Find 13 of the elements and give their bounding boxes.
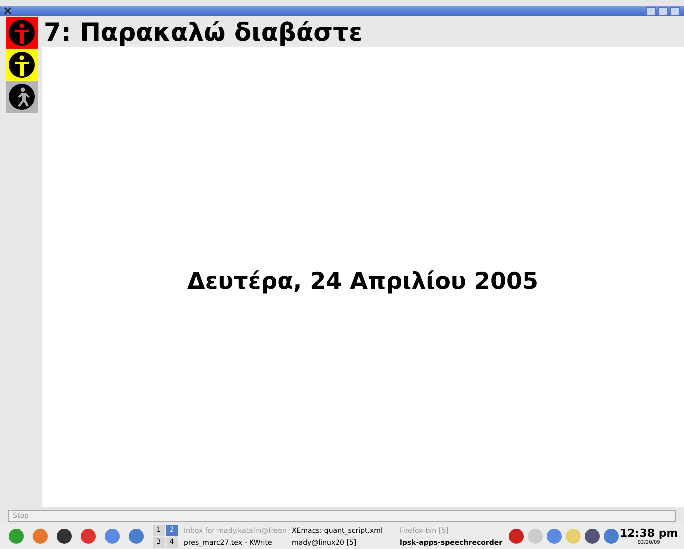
close-icon[interactable]: [4, 7, 12, 15]
walking-figure-icon: [8, 83, 36, 111]
signal-tile[interactable]: [6, 17, 38, 49]
minimize-button[interactable]: [646, 6, 656, 16]
signal-tile[interactable]: [6, 81, 38, 113]
standing-figure-icon: [8, 51, 36, 79]
close-button[interactable]: [670, 6, 680, 16]
clock-time: 12:38 pm: [620, 526, 678, 540]
window-title: 7: Παρακαλώ διαβάστε: [43, 17, 364, 47]
date-text: Δευτέρα, 24 Απριλίου 2005: [188, 269, 538, 295]
maximize-button[interactable]: [658, 6, 668, 16]
signal-tile[interactable]: [6, 49, 38, 81]
standing-figure-icon: [8, 19, 36, 47]
